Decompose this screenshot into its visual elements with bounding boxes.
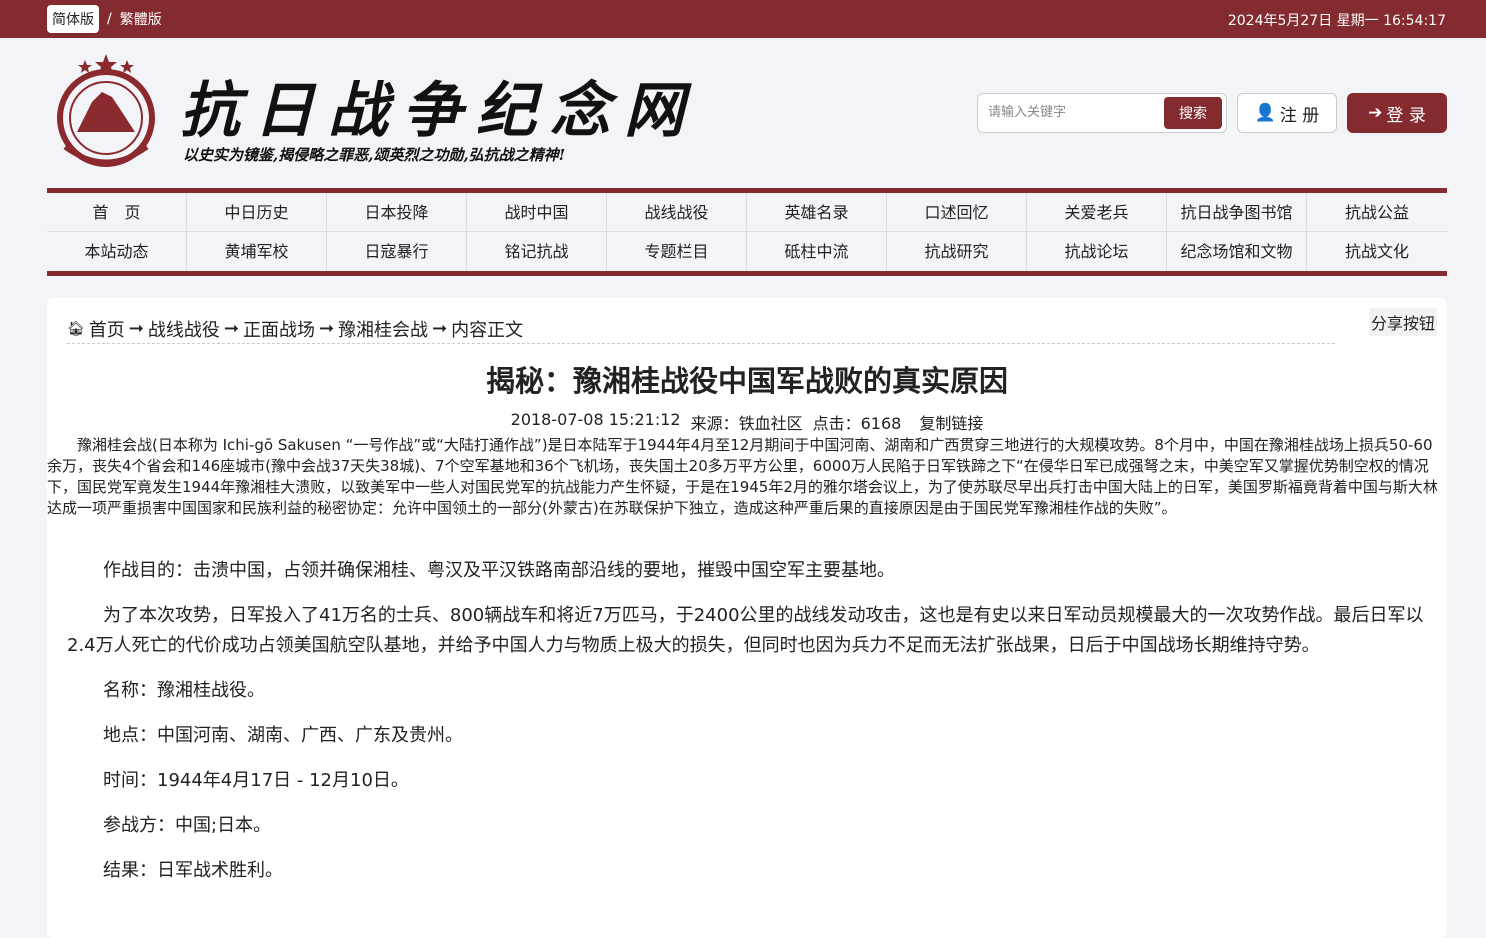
article-card: 🏠︎ 首页 ➞ 战线战役 ➞ 正面战场 ➞ 豫湘桂会战 ➞ 内容正文 分享按钮 揭秘：豫湘桂战役中…: [47, 298, 1447, 938]
breadcrumb-link: 内容正文: [451, 319, 524, 341]
separator: /: [107, 11, 112, 27]
search-button[interactable]: 搜索: [1164, 97, 1222, 129]
nav-item[interactable]: 关爱老兵: [1027, 193, 1167, 232]
breadcrumb-link[interactable]: 首页: [89, 316, 125, 342]
nav-item[interactable]: 抗日战争图书馆: [1167, 193, 1307, 232]
article-paragraph: 为了本次攻势，日军投入了41万名的士兵、800辆战车和将近7万匹马，于2400公…: [67, 605, 1424, 656]
arrow-right-icon: ➞: [128, 318, 144, 339]
register-label: 注 册: [1279, 105, 1320, 126]
login-label: 登 录: [1386, 105, 1426, 126]
article-body: 作战目的：击溃中国，占领并确保湘桂、粤汉及平汉铁路南部沿线的要地，摧毁中国空军主…: [67, 556, 1427, 901]
article-intro: 豫湘桂会战(日本称为 Ichi-gō Sakusen “一号作战”或“大陆打通作…: [47, 436, 1438, 517]
copy-link-button[interactable]: 复制链接: [919, 410, 983, 434]
search-box: 搜索: [977, 93, 1227, 133]
search-input[interactable]: [988, 104, 1158, 119]
home-icon: 🏠︎: [67, 320, 85, 337]
nav-item[interactable]: 口述回忆: [887, 193, 1027, 232]
datetime: 2024年5月27日 星期一 16:54:17: [1227, 13, 1446, 29]
lang-traditional-link[interactable]: 繁體版: [120, 9, 162, 29]
main-nav: 首 页中日历史 日本投降 战时中国 战线战役 英雄名录 口述回忆 关爱老兵 抗日战争图书馆 抗战…: [47, 188, 1447, 276]
site-logo[interactable]: [47, 52, 165, 172]
share-button[interactable]: 分享按钮: [1368, 308, 1437, 336]
nav-item[interactable]: 抗战公益: [1307, 193, 1447, 232]
article-paragraph: 时间：1944年4月17日 - 12月10日。: [103, 770, 409, 791]
nav-item[interactable]: 日本投降: [327, 193, 467, 232]
sign-in-icon: ➔: [1368, 103, 1383, 123]
arrow-right-icon: ➞: [432, 318, 448, 339]
register-button[interactable]: 👤 注 册: [1237, 93, 1337, 133]
arrow-right-icon: ➞: [318, 318, 335, 339]
article-source: 来源：铁血社区: [690, 414, 803, 433]
publish-date: 2018-07-08 15:21:12: [510, 410, 681, 429]
site-slogan: 以史实为镜鉴,揭侵略之罪恶,颂英烈之功勋,弘抗战之精神!: [183, 146, 566, 164]
user-plus-icon: 👤: [1254, 103, 1276, 123]
nav-item[interactable]: 黄埔军校: [187, 232, 327, 271]
nav-item[interactable]: 英雄名录: [747, 193, 887, 232]
nav-item[interactable]: 本站动态: [47, 232, 187, 271]
lang-simplified-link[interactable]: 简体版: [47, 5, 99, 33]
header: 抗日战争纪念网 以史实为镜鉴,揭侵略之罪恶,颂英烈之功勋,弘抗战之精神! 搜索 …: [0, 38, 1486, 188]
login-button[interactable]: ➔ 登 录: [1347, 93, 1447, 133]
breadcrumb: 🏠︎ 首页 ➞ 战线战役 ➞ 正面战场 ➞ 豫湘桂会战 ➞ 内容正文: [67, 314, 1335, 344]
nav-item[interactable]: 抗战研究: [887, 232, 1027, 271]
nav-item[interactable]: 中日历史: [187, 193, 327, 232]
breadcrumb-link[interactable]: 战线战役: [148, 316, 220, 342]
arrow-right-icon: ➞: [223, 318, 239, 339]
breadcrumb-link[interactable]: 豫湘桂会战: [338, 316, 428, 342]
article-title: 揭秘：豫湘桂战役中国军战败的真实原因: [485, 364, 1008, 398]
article-paragraph: 作战目的：击溃中国，占领并确保湘桂、粤汉及平汉铁路南部沿线的要地，摧毁中国空军主…: [103, 560, 895, 581]
nav-item[interactable]: 战线战役: [607, 193, 747, 232]
nav-item[interactable]: 专题栏目: [607, 232, 747, 271]
nav-item[interactable]: 抗战论坛: [1027, 232, 1167, 271]
nav-item[interactable]: 抗战文化: [1307, 232, 1447, 271]
article-meta: 2018-07-08 15:21:12 来源：铁血社区 点击：6168 复制链接: [47, 410, 1447, 434]
breadcrumb-link[interactable]: 正面战场: [243, 316, 315, 342]
click-count: 点击：6168: [812, 414, 902, 433]
nav-item[interactable]: 砥柱中流: [747, 232, 887, 271]
article-paragraph: 参战方：中国;日本。: [103, 815, 272, 836]
site-brand: 抗日战争纪念网: [180, 76, 698, 146]
top-bar: 简体版 / 繁體版 2024年5月27日 星期一 16:54:17: [0, 0, 1486, 38]
nav-item[interactable]: 战时中国: [467, 193, 607, 232]
article-paragraph: 结果：日军战术胜利。: [103, 860, 283, 881]
article-paragraph: 地点：中国河南、湖南、广西、广东及贵州。: [103, 725, 463, 746]
nav-item[interactable]: 首 页: [47, 193, 187, 232]
article-paragraph: 名称：豫湘桂战役。: [103, 680, 265, 701]
nav-item[interactable]: 铭记抗战: [467, 232, 607, 271]
nav-item[interactable]: 日寇暴行: [327, 232, 467, 271]
nav-item[interactable]: 纪念场馆和文物: [1167, 232, 1307, 271]
